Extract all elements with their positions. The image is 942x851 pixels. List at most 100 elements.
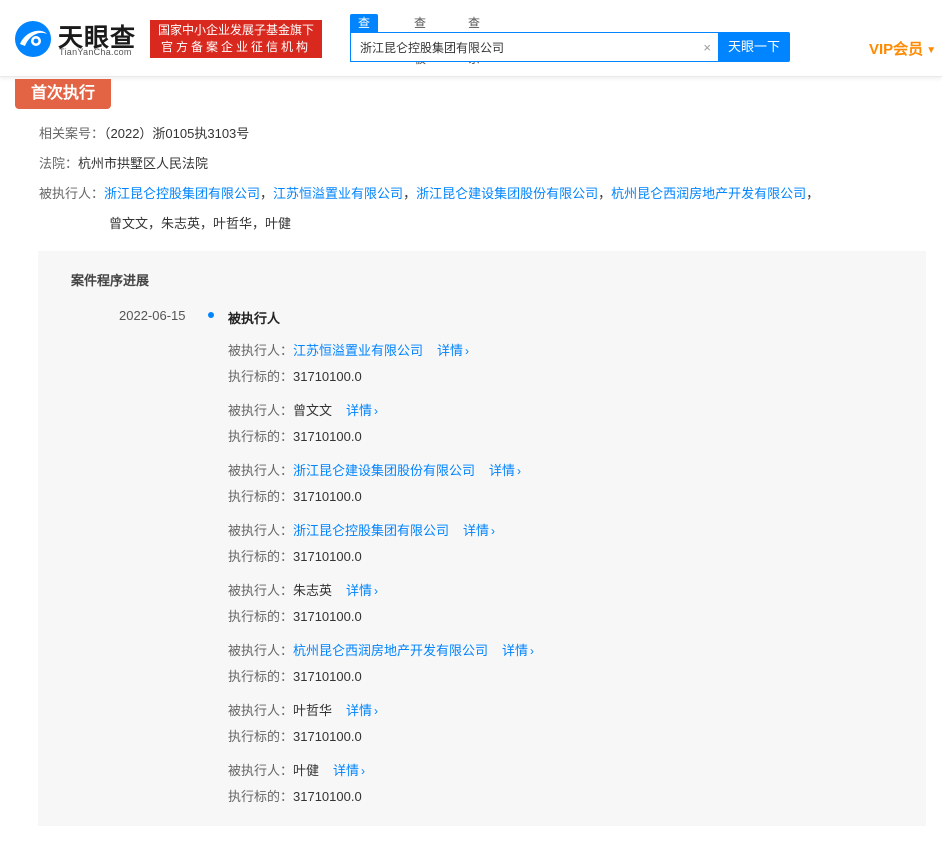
party-row: 被执行人：叶健 详情 › bbox=[228, 762, 365, 780]
chevron-right-icon: › bbox=[374, 584, 379, 598]
tab-relation[interactable]: 查关系 bbox=[460, 14, 488, 66]
target-row: 执行标的：31710100.0 bbox=[228, 548, 362, 566]
detail-link[interactable]: 详情 › bbox=[463, 523, 495, 538]
progress-entry: 被执行人：浙江昆仑建设集团股份有限公司 详情 › 执行标的：31710100.0 bbox=[228, 462, 828, 514]
detail-link[interactable]: 详情 › bbox=[346, 403, 378, 418]
tab-company[interactable]: 查公司 bbox=[350, 14, 379, 66]
party-link[interactable]: 江苏恒溢置业有限公司 bbox=[293, 343, 423, 358]
progress-entry: 被执行人：江苏恒溢置业有限公司 详情 › 执行标的：31710100.0 bbox=[228, 342, 828, 394]
detail-label: 详情 bbox=[437, 343, 464, 358]
official-badge: 国家中小企业发展子基金旗下 官方备案企业征信机构 bbox=[150, 20, 322, 58]
detail-link[interactable]: 详情 › bbox=[346, 583, 378, 598]
chevron-right-icon: › bbox=[530, 644, 535, 658]
party-name: 朱志英 bbox=[293, 583, 333, 598]
party-label: 被执行人： bbox=[228, 763, 294, 778]
progress-entry: 被执行人：杭州昆仑西润房地产开发有限公司 详情 › 执行标的：31710100.0 bbox=[228, 642, 828, 694]
target-row: 执行标的：31710100.0 bbox=[228, 488, 362, 506]
badge-line-2: 官方备案企业征信机构 bbox=[160, 40, 311, 54]
case-number-value: （2022）浙0105执3103号 bbox=[104, 126, 250, 141]
party-label: 被执行人： bbox=[228, 523, 294, 538]
executed-parties-persons: 曾文文，朱志英，叶哲华，叶健 bbox=[109, 216, 292, 231]
badge-line-1: 国家中小企业发展子基金旗下 bbox=[157, 23, 314, 37]
chevron-right-icon: › bbox=[374, 704, 379, 718]
party-label: 被执行人： bbox=[228, 583, 294, 598]
target-amount: 31710100.0 bbox=[293, 369, 362, 384]
detail-label: 详情 bbox=[346, 583, 373, 598]
detail-label: 详情 bbox=[346, 403, 373, 418]
executed-parties-label: 被执行人： bbox=[39, 186, 105, 201]
court-label: 法院： bbox=[39, 156, 79, 171]
site-header: 天眼查 TianYanCha.com 国家中小企业发展子基金旗下 官方备案企业征… bbox=[0, 0, 942, 77]
target-label: 执行标的： bbox=[228, 369, 294, 384]
chevron-right-icon: › bbox=[361, 764, 366, 778]
case-number-label: 相关案号： bbox=[39, 126, 105, 141]
party-label: 被执行人： bbox=[228, 703, 294, 718]
party-row: 被执行人：杭州昆仑西润房地产开发有限公司 详情 › bbox=[228, 642, 534, 660]
separator: ， bbox=[806, 186, 820, 201]
target-label: 执行标的： bbox=[228, 729, 294, 744]
progress-title: 案件程序进展 bbox=[71, 273, 150, 288]
clear-icon[interactable]: × bbox=[703, 33, 711, 63]
detail-label: 详情 bbox=[489, 463, 516, 478]
party-row: 被执行人：浙江昆仑控股集团有限公司 详情 › bbox=[228, 522, 495, 540]
chevron-right-icon: › bbox=[465, 344, 470, 358]
target-row: 执行标的：31710100.0 bbox=[228, 668, 362, 686]
target-label: 执行标的： bbox=[228, 669, 294, 684]
detail-link[interactable]: 详情 › bbox=[346, 703, 378, 718]
executed-parties-row: 被执行人：浙江昆仑控股集团有限公司，江苏恒溢置业有限公司，浙江昆仑建设集团股份有… bbox=[39, 185, 819, 203]
detail-link[interactable]: 详情 › bbox=[502, 643, 534, 658]
detail-link[interactable]: 详情 › bbox=[489, 463, 521, 478]
vip-member-menu[interactable]: VIP会员 ▼ bbox=[869, 38, 936, 59]
target-row: 执行标的：31710100.0 bbox=[228, 428, 362, 446]
separator: ， bbox=[403, 186, 417, 201]
party-row: 被执行人：朱志英 详情 › bbox=[228, 582, 378, 600]
party-link[interactable]: 浙江昆仑建设集团股份有限公司 bbox=[416, 186, 598, 201]
party-link[interactable]: 浙江昆仑控股集团有限公司 bbox=[293, 523, 449, 538]
target-amount: 31710100.0 bbox=[293, 789, 362, 804]
progress-entry: 被执行人：叶哲华 详情 › 执行标的：31710100.0 bbox=[228, 702, 828, 754]
target-label: 执行标的： bbox=[228, 489, 294, 504]
search-input-value[interactable]: 浙江昆仑控股集团有限公司 bbox=[360, 33, 504, 63]
logo-eye-icon bbox=[15, 21, 51, 57]
search-input[interactable]: 浙江昆仑控股集团有限公司 × bbox=[350, 32, 720, 62]
party-row: 被执行人：江苏恒溢置业有限公司 详情 › bbox=[228, 342, 469, 360]
party-row: 被执行人：叶哲华 详情 › bbox=[228, 702, 378, 720]
detail-link[interactable]: 详情 › bbox=[437, 343, 469, 358]
party-label: 被执行人： bbox=[228, 403, 294, 418]
target-label: 执行标的： bbox=[228, 549, 294, 564]
party-link[interactable]: 浙江昆仑建设集团股份有限公司 bbox=[293, 463, 475, 478]
separator: ， bbox=[598, 186, 612, 201]
target-amount: 31710100.0 bbox=[293, 489, 362, 504]
target-amount: 31710100.0 bbox=[293, 609, 362, 624]
search-button[interactable]: 天眼一下 bbox=[718, 32, 790, 62]
detail-label: 详情 bbox=[502, 643, 529, 658]
party-label: 被执行人： bbox=[228, 643, 294, 658]
detail-label: 详情 bbox=[346, 703, 373, 718]
party-link[interactable]: 江苏恒溢置业有限公司 bbox=[273, 186, 403, 201]
target-label: 执行标的： bbox=[228, 789, 294, 804]
vip-label: VIP会员 bbox=[869, 41, 924, 58]
chevron-right-icon: › bbox=[491, 524, 496, 538]
detail-link[interactable]: 详情 › bbox=[333, 763, 365, 778]
progress-entry: 被执行人：浙江昆仑控股集团有限公司 详情 › 执行标的：31710100.0 bbox=[228, 522, 828, 574]
party-link[interactable]: 浙江昆仑控股集团有限公司 bbox=[104, 186, 260, 201]
target-amount: 31710100.0 bbox=[293, 429, 362, 444]
party-label: 被执行人： bbox=[228, 343, 294, 358]
party-link[interactable]: 杭州昆仑西润房地产开发有限公司 bbox=[293, 643, 488, 658]
progress-date: 2022-06-15 bbox=[119, 308, 186, 323]
progress-entry: 被执行人：曾文文 详情 › 执行标的：31710100.0 bbox=[228, 402, 828, 454]
party-name: 叶哲华 bbox=[293, 703, 333, 718]
target-row: 执行标的：31710100.0 bbox=[228, 728, 362, 746]
section-title: 首次执行 bbox=[15, 79, 111, 109]
party-link[interactable]: 杭州昆仑西润房地产开发有限公司 bbox=[611, 186, 806, 201]
party-name: 曾文文 bbox=[293, 403, 333, 418]
tab-boss[interactable]: 查老板 bbox=[406, 14, 434, 66]
target-label: 执行标的： bbox=[228, 609, 294, 624]
party-row: 被执行人：曾文文 详情 › bbox=[228, 402, 378, 420]
target-row: 执行标的：31710100.0 bbox=[228, 608, 362, 626]
party-row: 被执行人：浙江昆仑建设集团股份有限公司 详情 › bbox=[228, 462, 521, 480]
case-progress-panel: 案件程序进展 2022-06-15 被执行人 被执行人：江苏恒溢置业有限公司 详情… bbox=[38, 251, 926, 826]
chevron-right-icon: › bbox=[517, 464, 522, 478]
tianyancha-logo[interactable]: 天眼查 TianYanCha.com bbox=[14, 18, 144, 60]
target-row: 执行标的：31710100.0 bbox=[228, 368, 362, 386]
